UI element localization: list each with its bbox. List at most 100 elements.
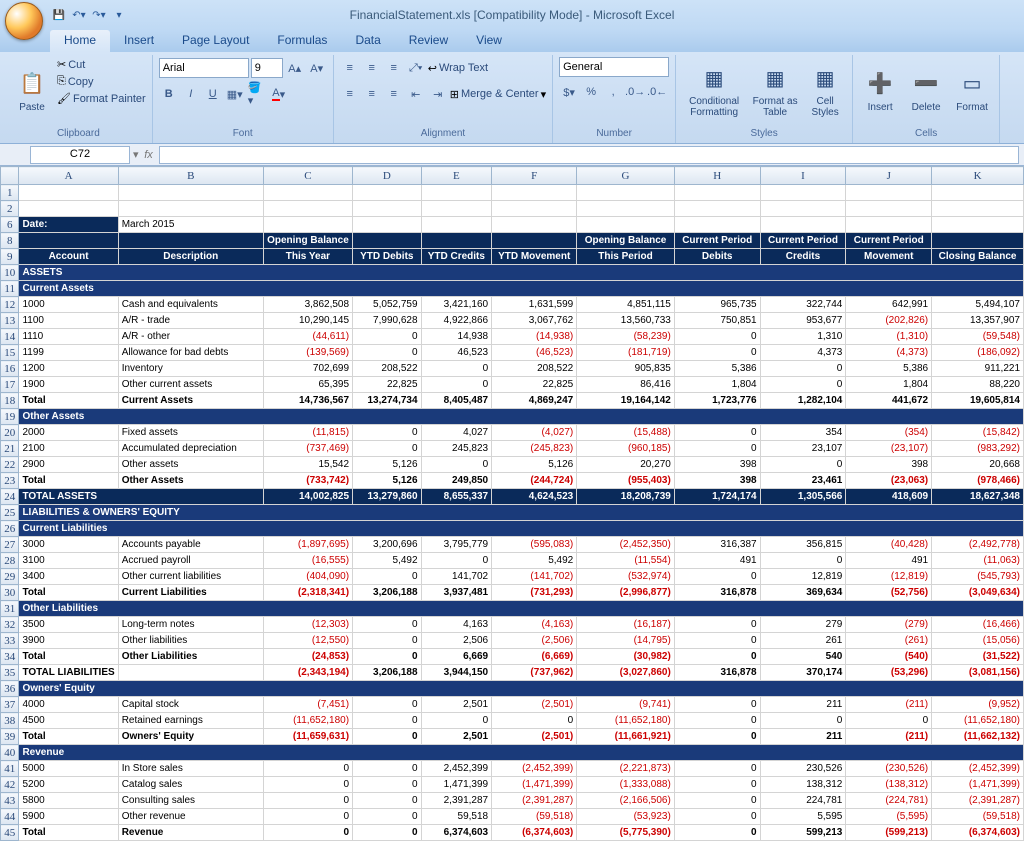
cell[interactable]: 3100: [19, 553, 118, 569]
cell[interactable]: [846, 217, 932, 233]
cell[interactable]: 22,825: [353, 377, 421, 393]
cell[interactable]: Long-term notes: [118, 617, 263, 633]
cell[interactable]: 316,878: [674, 665, 760, 681]
cell[interactable]: [846, 201, 932, 217]
cell[interactable]: Other assets: [118, 457, 263, 473]
cell[interactable]: Other Liabilities: [118, 649, 263, 665]
cell[interactable]: 316,878: [674, 585, 760, 601]
row-header[interactable]: 40: [1, 745, 19, 761]
cell[interactable]: (2,452,350): [577, 537, 675, 553]
cell[interactable]: Date:: [19, 217, 118, 233]
cell[interactable]: (11,659,631): [263, 729, 352, 745]
cell[interactable]: (202,826): [846, 313, 932, 329]
fx-icon[interactable]: fx: [139, 149, 159, 161]
cell[interactable]: (12,550): [263, 633, 352, 649]
cell[interactable]: 6,374,603: [421, 825, 492, 841]
cell[interactable]: (181,719): [577, 345, 675, 361]
cell[interactable]: (983,292): [932, 441, 1024, 457]
cell[interactable]: (211): [846, 729, 932, 745]
cell[interactable]: (46,523): [492, 345, 577, 361]
tab-insert[interactable]: Insert: [110, 30, 168, 52]
cell[interactable]: 0: [674, 345, 760, 361]
cell[interactable]: Opening Balance: [577, 233, 675, 249]
cell[interactable]: 0: [421, 377, 492, 393]
cell[interactable]: (14,938): [492, 329, 577, 345]
cell[interactable]: Accumulated depreciation: [118, 441, 263, 457]
cell[interactable]: 0: [674, 441, 760, 457]
row-header[interactable]: 32: [1, 617, 19, 633]
align-bottom-icon[interactable]: ≡: [384, 58, 404, 78]
cell[interactable]: 0: [353, 729, 421, 745]
cell[interactable]: (53,923): [577, 809, 675, 825]
cell[interactable]: Credits: [760, 249, 846, 265]
row-header[interactable]: 14: [1, 329, 19, 345]
cell[interactable]: Current Assets: [19, 281, 1024, 297]
cell[interactable]: Total: [19, 473, 118, 489]
row-header[interactable]: 6: [1, 217, 19, 233]
tab-data[interactable]: Data: [341, 30, 394, 52]
cell[interactable]: 23,461: [760, 473, 846, 489]
cell[interactable]: 18,627,348: [932, 489, 1024, 505]
cell[interactable]: (737,469): [263, 441, 352, 457]
cell[interactable]: 0: [421, 713, 492, 729]
cell[interactable]: (12,819): [846, 569, 932, 585]
cell[interactable]: Other revenue: [118, 809, 263, 825]
row-header[interactable]: 13: [1, 313, 19, 329]
cell[interactable]: 3500: [19, 617, 118, 633]
cell[interactable]: Consulting sales: [118, 793, 263, 809]
tab-formulas[interactable]: Formulas: [263, 30, 341, 52]
cell[interactable]: (44,611): [263, 329, 352, 345]
cell[interactable]: 211: [760, 729, 846, 745]
cell[interactable]: 0: [353, 777, 421, 793]
cell[interactable]: (23,063): [846, 473, 932, 489]
cell[interactable]: 0: [421, 361, 492, 377]
row-header[interactable]: 27: [1, 537, 19, 553]
align-top-icon[interactable]: ≡: [340, 58, 360, 78]
cell[interactable]: 1,471,399: [421, 777, 492, 793]
row-header[interactable]: 26: [1, 521, 19, 537]
cell[interactable]: (4,373): [846, 345, 932, 361]
cell[interactable]: 441,672: [846, 393, 932, 409]
row-header[interactable]: 19: [1, 409, 19, 425]
align-left-icon[interactable]: ≡: [340, 84, 360, 104]
cell[interactable]: [674, 201, 760, 217]
cell[interactable]: 4,163: [421, 617, 492, 633]
cell[interactable]: (2,452,399): [492, 761, 577, 777]
cell[interactable]: 0: [674, 697, 760, 713]
cell[interactable]: (279): [846, 617, 932, 633]
cell[interactable]: [19, 233, 118, 249]
cell[interactable]: Current Assets: [118, 393, 263, 409]
cell[interactable]: 0: [263, 761, 352, 777]
cell[interactable]: Debits: [674, 249, 760, 265]
row-header[interactable]: 31: [1, 601, 19, 617]
cell[interactable]: 0: [492, 713, 577, 729]
number-format-combo[interactable]: [559, 57, 669, 77]
row-header[interactable]: 44: [1, 809, 19, 825]
cell[interactable]: 5800: [19, 793, 118, 809]
cell[interactable]: Retained earnings: [118, 713, 263, 729]
cell[interactable]: 13,357,907: [932, 313, 1024, 329]
col-header-B[interactable]: B: [118, 167, 263, 185]
cell[interactable]: 5900: [19, 809, 118, 825]
cell[interactable]: 5000: [19, 761, 118, 777]
cell[interactable]: 398: [846, 457, 932, 473]
cell[interactable]: 0: [674, 761, 760, 777]
cell[interactable]: [263, 201, 352, 217]
cell[interactable]: [19, 185, 118, 201]
cell[interactable]: LIABILITIES & OWNERS' EQUITY: [19, 505, 1024, 521]
cell[interactable]: 2,391,287: [421, 793, 492, 809]
row-header[interactable]: 28: [1, 553, 19, 569]
cell[interactable]: 0: [263, 793, 352, 809]
cell[interactable]: (3,049,634): [932, 585, 1024, 601]
cell[interactable]: [353, 233, 421, 249]
cell[interactable]: 418,609: [846, 489, 932, 505]
cell[interactable]: Cash and equivalents: [118, 297, 263, 313]
cell[interactable]: 0: [674, 329, 760, 345]
cell[interactable]: (211): [846, 697, 932, 713]
cell[interactable]: (139,569): [263, 345, 352, 361]
cell[interactable]: (40,428): [846, 537, 932, 553]
cell[interactable]: [421, 217, 492, 233]
cell[interactable]: 491: [674, 553, 760, 569]
delete-cells-button[interactable]: ➖Delete: [905, 57, 947, 123]
cell[interactable]: 4,373: [760, 345, 846, 361]
